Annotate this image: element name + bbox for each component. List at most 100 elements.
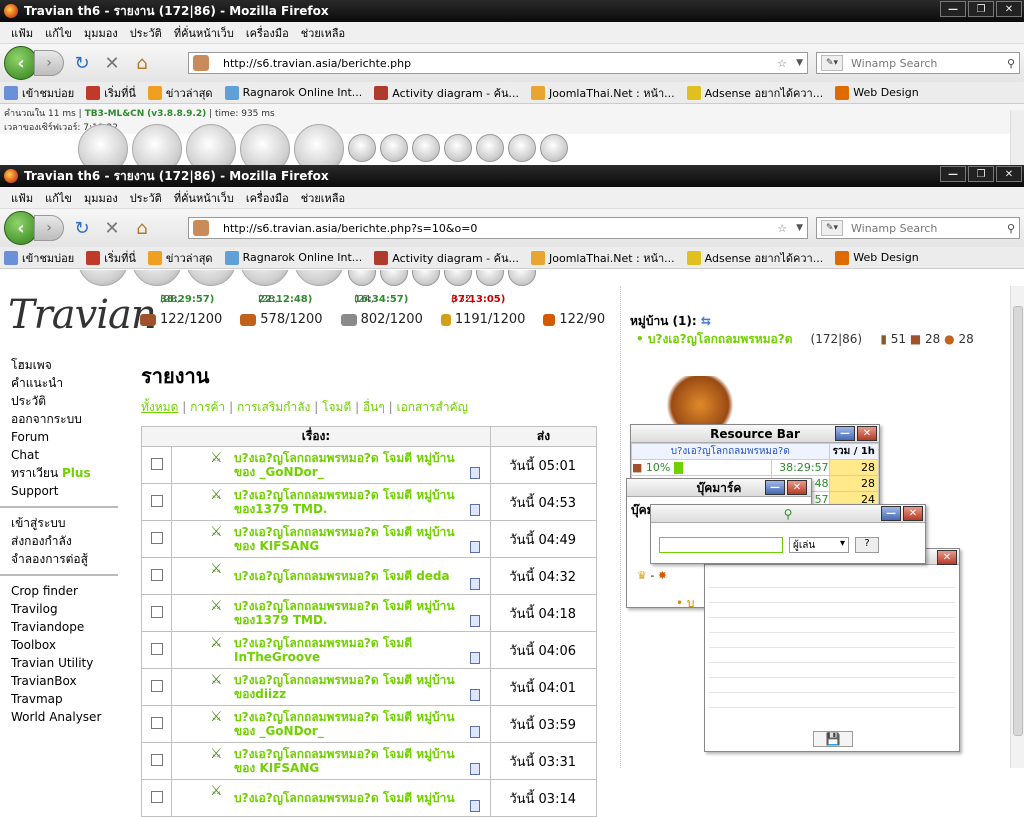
url-dropdown-icon[interactable]: ▼ [796, 58, 803, 68]
back-button[interactable]: ‹ [4, 46, 38, 80]
village-overview-icon[interactable] [78, 270, 128, 286]
report-subject[interactable]: ⚔ บ?งเอ?ญโลกถลมพรหมอ?ด โจมตี deda [171, 557, 491, 595]
bookmark-item[interactable]: Ragnarok Online Int... [224, 250, 362, 265]
url-bar[interactable]: http://s6.travian.asia/berichte.php?s=10… [188, 217, 808, 239]
url-dropdown-icon[interactable]: ▼ [796, 223, 803, 233]
building-icon[interactable] [380, 134, 408, 162]
search-icon[interactable]: ⚲ [1007, 222, 1015, 235]
building-icon[interactable] [348, 270, 376, 286]
building-icon[interactable] [444, 270, 472, 286]
bookmark-item[interactable]: เริ่มที่นี่ [86, 249, 136, 267]
bookmark-item[interactable]: ข่าวล่าสุด [147, 249, 213, 267]
back-scrollbar[interactable] [1010, 110, 1024, 166]
back-button[interactable]: ‹ [4, 211, 38, 245]
close-panel-button[interactable]: ✕ [857, 426, 877, 441]
report-subject[interactable]: ⚔ บ?งเอ?ญโลกถลมพรหมอ?ด โจมตี หมู่บ้านของ … [171, 446, 491, 484]
bookmark-star-icon[interactable]: ☆ [777, 222, 787, 235]
filter-trade[interactable]: การค้า [190, 400, 225, 414]
nav-support[interactable]: Support [0, 482, 118, 500]
nav-forum[interactable]: Forum [0, 428, 118, 446]
stop-icon[interactable]: ✕ [100, 51, 124, 75]
nav-world-analyser[interactable]: World Analyser [0, 708, 118, 726]
building-icon[interactable] [348, 134, 376, 162]
report-checkbox[interactable] [150, 568, 163, 581]
nav-chat[interactable]: Chat [0, 446, 118, 464]
bookmark-item[interactable]: ข่าวล่าสุด [147, 84, 213, 102]
minimize-button[interactable]: — [940, 166, 966, 182]
report-subject[interactable]: ⚔ บ?งเอ?ญโลกถลมพรหมอ?ด โจมตี หมู่บ้านของ … [171, 705, 491, 743]
report-subject[interactable]: ⚔ บ?งเอ?ญโลกถลมพรหมอ?ด โจมตี InTheGroove [171, 631, 491, 669]
nav-profile[interactable]: ประวัติ [0, 392, 118, 410]
scrollbar-thumb[interactable] [1013, 306, 1023, 736]
nav-home[interactable]: โฮมเพจ [0, 356, 118, 374]
menu-help[interactable]: ช่วยเหลือ [296, 189, 350, 207]
building-icon[interactable] [508, 270, 536, 286]
filter-attack[interactable]: โจมตี [322, 400, 351, 414]
report-checkbox[interactable] [150, 642, 163, 655]
stop-icon[interactable]: ✕ [100, 216, 124, 240]
report-note-icon[interactable] [470, 652, 480, 664]
village-center-icon[interactable] [132, 270, 182, 286]
minimize-panel-button[interactable]: — [881, 506, 901, 521]
nav-combat-sim[interactable]: จำลองการต่อสู้ [0, 550, 118, 568]
bookmarks-panel-header[interactable]: บุ๊คมาร์ค — ✕ [627, 479, 811, 497]
minimize-button[interactable]: — [940, 1, 966, 17]
bookmark-item[interactable]: เข้าชมบ่อย [4, 84, 74, 102]
bookmark-item[interactable]: Adsense อยากได้ควา... [686, 249, 823, 267]
village-row[interactable]: • บ?งเอ?ญโลกถลมพรหมอ?ด (172|86) ▮ 51 ■ 28… [636, 330, 974, 349]
save-icon[interactable]: 💾 [813, 731, 853, 747]
report-subject[interactable]: ⚔ บ?งเอ?ญโลกถลมพรหมอ?ด โจมตี หมู่บ้าน [171, 779, 491, 817]
bookmark-star-icon[interactable]: ☆ [777, 57, 787, 70]
nav-send-troops[interactable]: ส่งกองกำลัง [0, 532, 118, 550]
nav-traviandope[interactable]: Traviandope [0, 618, 118, 636]
nav-instructions[interactable]: คำแนะนำ [0, 374, 118, 392]
report-note-icon[interactable] [470, 689, 480, 701]
home-icon[interactable]: ⌂ [130, 216, 154, 240]
search-box[interactable]: ✎▾ Winamp Search ⚲ [816, 52, 1020, 74]
nav-toolbox[interactable]: Toolbox [0, 636, 118, 654]
bookmark-item[interactable]: Ragnarok Online Int... [224, 85, 362, 100]
page-scrollbar[interactable] [1010, 286, 1024, 768]
report-subject[interactable]: ⚔ บ?งเอ?ญโลกถลมพรหมอ?ด โจมตี หมู่บ้านของ … [171, 742, 491, 780]
filter-archive[interactable]: เอกสารสำคัญ [396, 400, 467, 414]
report-note-icon[interactable] [470, 615, 480, 627]
menu-tools[interactable]: เครื่องมือ [241, 24, 294, 42]
maximize-button[interactable]: ❐ [968, 166, 994, 182]
report-note-icon[interactable] [470, 763, 480, 775]
report-checkbox[interactable] [150, 753, 163, 766]
building-icon[interactable] [508, 134, 536, 162]
menu-edit[interactable]: แก้ไข [40, 189, 77, 207]
minimize-panel-button[interactable]: — [835, 426, 855, 441]
search-help-button[interactable]: ? [855, 537, 879, 553]
menu-history[interactable]: ประวัติ [125, 189, 167, 207]
bookmark-item[interactable]: Web Design [835, 85, 919, 100]
nav-plus[interactable]: ทราเวียน Plus [0, 464, 118, 482]
menu-bookmarks[interactable]: ที่คั่นหน้าเว็บ [169, 189, 239, 207]
bookmark-item[interactable]: Adsense อยากได้ควา... [686, 84, 823, 102]
close-panel-button[interactable]: ✕ [787, 480, 807, 495]
building-icon[interactable] [476, 134, 504, 162]
bookmark-item[interactable]: JoomlaThai.Net : หน้า... [531, 84, 675, 102]
report-subject[interactable]: ⚔ บ?งเอ?ญโลกถลมพรหมอ?ด โจมตี หมู่บ้าน ของ… [171, 594, 491, 632]
bookmark-item[interactable]: JoomlaThai.Net : หน้า... [531, 249, 675, 267]
report-note-icon[interactable] [470, 541, 480, 553]
report-note-icon[interactable] [470, 467, 480, 479]
search-type-select[interactable]: ผู้เล่น [789, 537, 849, 553]
resource-bar-header[interactable]: Resource Bar — ✕ [631, 425, 879, 443]
report-checkbox[interactable] [150, 679, 163, 692]
nav-travian-utility[interactable]: Travian Utility [0, 654, 118, 672]
bookmark-item[interactable]: Activity diagram - ค้น... [374, 84, 519, 102]
bookmark-item[interactable]: Web Design [835, 250, 919, 265]
building-icon[interactable] [476, 270, 504, 286]
menu-history[interactable]: ประวัติ [125, 24, 167, 42]
reload-icon[interactable]: ↻ [70, 51, 94, 75]
minimize-panel-button[interactable]: — [765, 480, 785, 495]
search-box[interactable]: ✎▾ Winamp Search ⚲ [816, 217, 1020, 239]
statistics-icon[interactable] [240, 270, 290, 286]
report-checkbox[interactable] [150, 716, 163, 729]
nav-logout[interactable]: ออกจากระบบ [0, 410, 118, 428]
close-panel-button[interactable]: ✕ [937, 550, 957, 565]
filter-reinforcement[interactable]: การเสริมกำลัง [237, 400, 310, 414]
map-icon[interactable] [186, 270, 236, 286]
building-icon[interactable] [540, 134, 568, 162]
